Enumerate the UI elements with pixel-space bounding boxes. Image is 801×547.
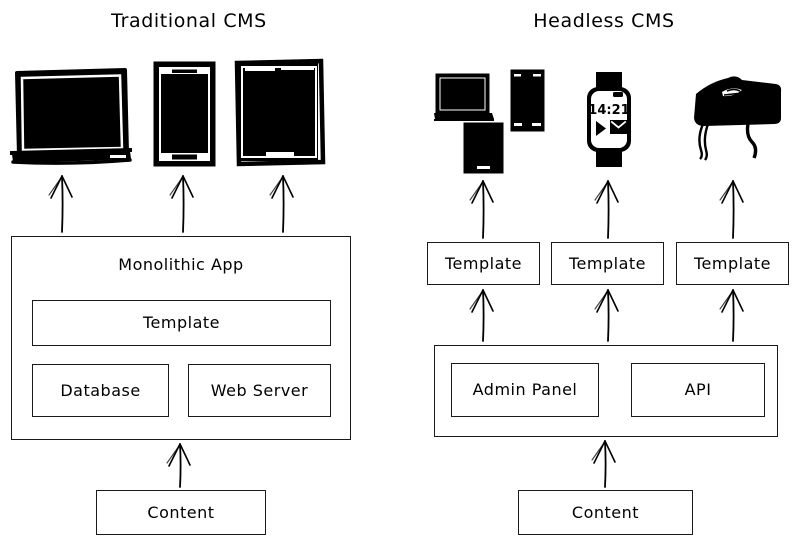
vr-headset-device-icon: [684, 66, 786, 168]
arrow-content-to-headless: [591, 440, 616, 488]
content-box-label: Content: [147, 502, 215, 522]
page-title-traditional: Traditional CMS: [111, 10, 267, 32]
arrow-monolith-to-tablet: [269, 175, 294, 233]
template-box-label: Template: [568, 253, 646, 273]
arrow-content-to-monolith: [166, 443, 191, 488]
template-box[interactable]: Template: [551, 242, 664, 285]
admin-panel-box-label: Admin Panel: [472, 380, 578, 399]
arrow-admin-to-template-3: [719, 289, 744, 342]
content-box-label: Content: [571, 502, 640, 522]
web-server-box-label: Web Server: [210, 380, 309, 400]
tablet-device-icon: [463, 122, 506, 177]
template-box[interactable]: Template: [32, 300, 331, 346]
diagram-canvas: Traditional CMS Monolithic App Template …: [0, 0, 801, 547]
envelope-icon: [610, 120, 627, 134]
template-box-label: Template: [142, 313, 220, 332]
phone-device-icon: [152, 60, 218, 170]
template-box[interactable]: Template: [676, 242, 789, 285]
arrow-template-to-small-devices: [469, 180, 494, 239]
api-box-label: API: [684, 380, 712, 399]
api-box[interactable]: API: [631, 363, 765, 417]
page-title-headless: Headless CMS: [533, 10, 675, 32]
smartwatch-device-icon: 14:21: [583, 70, 635, 170]
database-box[interactable]: Database: [32, 364, 169, 417]
content-box[interactable]: Content: [518, 490, 693, 535]
arrow-monolith-to-laptop: [48, 175, 73, 233]
monolithic-app-label: Monolithic App: [118, 255, 244, 274]
template-box[interactable]: Template: [427, 242, 540, 285]
template-box-label: Template: [444, 253, 522, 273]
laptop-device-icon: [434, 73, 496, 123]
phone-device-icon: [510, 69, 546, 133]
content-box[interactable]: Content: [96, 490, 266, 535]
smartwatch-time-text: 14:21: [588, 103, 629, 118]
web-server-box[interactable]: Web Server: [188, 364, 331, 417]
arrow-admin-to-template-1: [469, 289, 494, 342]
arrow-template-to-smartwatch: [594, 180, 619, 239]
arrow-monolith-to-phone: [169, 175, 194, 233]
arrow-admin-to-template-2: [594, 289, 619, 342]
database-box-label: Database: [60, 380, 141, 400]
tablet-device-icon: [233, 58, 326, 170]
laptop-device-icon: [10, 63, 132, 168]
template-box-label: Template: [693, 253, 771, 273]
admin-panel-box[interactable]: Admin Panel: [451, 363, 599, 417]
arrow-template-to-vr-headset: [719, 180, 744, 239]
